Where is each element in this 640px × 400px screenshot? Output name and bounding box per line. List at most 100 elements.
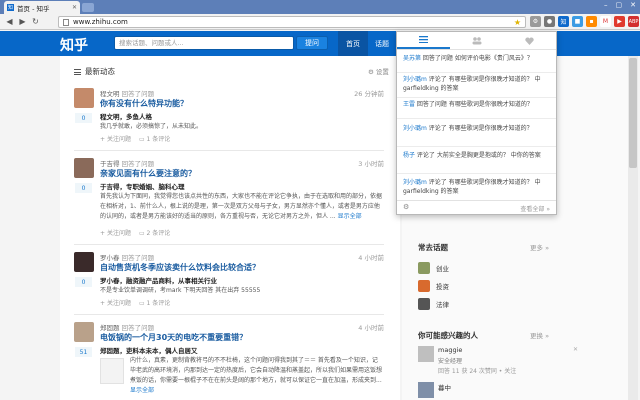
answer-author[interactable]: 罗小春，融资融产品商料，从事相关行业: [100, 275, 217, 285]
answer-excerpt[interactable]: 我几乎就敢，必须搞惊了，从未知此。: [100, 122, 382, 132]
meta-action: 回答了问题: [121, 254, 155, 262]
close-window-icon[interactable]: ✕: [630, 1, 636, 9]
follow-question-link[interactable]: + 关注问题: [100, 134, 131, 143]
search-input[interactable]: 搜索话题、问题或人...: [114, 36, 294, 50]
minimize-icon[interactable]: –: [604, 1, 608, 9]
vote-count[interactable]: 51: [75, 347, 92, 357]
maximize-icon[interactable]: ▢: [616, 1, 623, 9]
see-all-link[interactable]: 查看全部 »: [520, 204, 550, 213]
question-title[interactable]: 亲家见面有什么要注意的？: [100, 168, 196, 179]
star-icon[interactable]: ★: [514, 18, 521, 27]
notif-user[interactable]: 杨子: [403, 152, 415, 159]
topic-name: 创业: [436, 265, 449, 273]
feed-settings-link[interactable]: ⚙ 设置: [368, 66, 389, 76]
people-more-link[interactable]: 更换 »: [530, 330, 549, 340]
topic-item[interactable]: 法律: [418, 298, 449, 310]
avatar[interactable]: [418, 382, 434, 398]
topic-item[interactable]: 创业: [418, 262, 449, 274]
meta-user[interactable]: 程文明: [100, 90, 120, 98]
follow-question-link[interactable]: + 关注问题: [100, 298, 131, 307]
timestamp: 3 小时前: [358, 160, 384, 168]
extension-lock-icon[interactable]: ●: [544, 16, 555, 27]
tab-notifications[interactable]: [397, 32, 450, 49]
person-name[interactable]: 暮中: [438, 382, 451, 392]
browser-tab[interactable]: 知 首页 - 知乎 ✕: [4, 1, 80, 14]
notif-user[interactable]: 刘小璐m: [403, 76, 427, 83]
notif-user[interactable]: 刘小璐m: [403, 125, 427, 132]
meta-user[interactable]: 罗小春: [100, 254, 120, 262]
dismiss-icon[interactable]: ✕: [573, 346, 578, 353]
timestamp: 4 小时前: [358, 254, 384, 262]
tab-close-icon[interactable]: ✕: [72, 4, 77, 11]
notif-user[interactable]: 刘小璐m: [403, 179, 427, 186]
answer-excerpt[interactable]: 首先我认为下面同，我觉得您也该点共性的东西，大家也不能在评论它争执，由于在选取和…: [100, 192, 382, 222]
url-text[interactable]: www.zhihu.com: [73, 18, 514, 26]
ask-question-button[interactable]: 提问: [296, 36, 328, 50]
extension-gear-icon[interactable]: ⚙: [530, 16, 541, 27]
back-arrow-icon[interactable]: ◀: [4, 16, 15, 27]
reload-icon[interactable]: ↻: [30, 16, 41, 27]
notification-item[interactable]: 王雷 回答了问题 有哪些歌词是你很晚才知道的？: [403, 100, 551, 109]
tab-followers[interactable]: [450, 32, 503, 49]
show-all-link[interactable]: 显示全部: [338, 213, 362, 220]
comment-link[interactable]: ▭ 1 条评论: [139, 298, 170, 307]
forward-arrow-icon[interactable]: ▶: [17, 16, 28, 27]
meta-user[interactable]: 郑固题: [100, 324, 120, 332]
follow-question-link[interactable]: + 关注问题: [100, 228, 131, 237]
adblock-icon[interactable]: ABP: [628, 16, 639, 27]
follow-label: 关注问题: [106, 230, 131, 237]
page-scrollbar[interactable]: [628, 56, 638, 400]
address-bar[interactable]: www.zhihu.com ★: [58, 16, 526, 28]
avatar[interactable]: [74, 322, 94, 342]
avatar[interactable]: [418, 346, 434, 362]
notification-item[interactable]: 刘小璐m 评论了 有哪些歌词是你很晚才知道的？: [403, 124, 551, 133]
gmail-icon[interactable]: M: [600, 16, 611, 27]
extension-square-icon[interactable]: ■: [572, 16, 583, 27]
scrollbar-thumb[interactable]: [629, 58, 637, 168]
show-all-link[interactable]: 显示全部: [130, 387, 154, 394]
zhihu-logo[interactable]: 知乎: [60, 35, 88, 55]
avatar[interactable]: [74, 252, 94, 272]
vote-count[interactable]: 0: [75, 113, 92, 123]
notif-user[interactable]: 吴苏第: [403, 55, 421, 62]
comment-link[interactable]: ▭ 2 条评论: [139, 228, 170, 237]
zhihu-extension-icon[interactable]: 知: [558, 16, 569, 27]
comment-link[interactable]: ▭ 1 条评论: [139, 134, 170, 143]
topic-item[interactable]: 投资: [418, 280, 449, 292]
extension-red-icon[interactable]: ▶: [614, 16, 625, 27]
notification-item[interactable]: 刘小璐m 评论了 有哪些歌词是你很晚才知道的？ 中 garfieldking 的…: [403, 75, 551, 93]
topics-heading: 常去话题: [418, 243, 448, 252]
rice-cooker-image[interactable]: [100, 358, 124, 384]
question-title[interactable]: 自动售货机冬季应该卖什么饮料会比较合适？: [100, 262, 260, 273]
vote-count[interactable]: 0: [75, 277, 92, 287]
answer-author[interactable]: 程文明，多鱼人格: [100, 111, 152, 121]
answer-excerpt[interactable]: 不是专业饮单调调研，考mark 下明天回答 其在出弃 55555: [100, 286, 382, 296]
person-name[interactable]: maggie: [438, 346, 462, 354]
nav-home[interactable]: 首页: [338, 31, 368, 56]
avatar[interactable]: [74, 88, 94, 108]
notif-divider: [397, 118, 556, 119]
answer-excerpt[interactable]: 内什么，真素，更制背教将弓的不不杜椅，这个问题问得我到其了＝＝ 首先看及一个知识…: [130, 356, 382, 396]
notif-text: 评论了 有哪些歌词是你很晚才知道的？: [426, 125, 533, 132]
topics-more-link[interactable]: 更多 »: [530, 242, 549, 252]
question-title[interactable]: 电饭锅的一个月30天的电吃不重要重错？: [100, 332, 247, 343]
notification-item[interactable]: 杨子 评论了 大前实全是胸更是抱或的？ 中你的答案: [403, 151, 551, 160]
vote-count[interactable]: 0: [75, 183, 92, 193]
extension-orange-icon[interactable]: ▪: [586, 16, 597, 27]
new-tab-button[interactable]: [82, 3, 94, 12]
notif-user[interactable]: 王雷: [403, 101, 415, 108]
topic-icon: [418, 280, 430, 292]
answer-author[interactable]: 于吉得，专职婚姻、脑科心理: [100, 181, 185, 191]
notification-item[interactable]: 吴苏第 回答了问题 如何评价电影《贵门风云》？: [403, 54, 551, 63]
person-stats[interactable]: 回答 11 获 24 次赞同 • 关注: [438, 366, 516, 375]
gear-icon[interactable]: ⚙: [403, 203, 409, 211]
page-icon: [63, 18, 69, 26]
tab-likes[interactable]: [503, 32, 556, 49]
nav-topics[interactable]: 话题: [368, 31, 396, 56]
answer-author[interactable]: 郑固题，吏料本未本，偶人自居又: [100, 345, 198, 355]
question-title[interactable]: 你有没有什么特异功能？: [100, 98, 188, 109]
notif-divider: [397, 146, 556, 147]
avatar[interactable]: [74, 158, 94, 178]
notification-item[interactable]: 刘小璐m 评论了 有哪些歌词是你很晚才知道的？ 中 garfieldking 的…: [403, 178, 551, 196]
meta-user[interactable]: 于吉得: [100, 160, 120, 168]
